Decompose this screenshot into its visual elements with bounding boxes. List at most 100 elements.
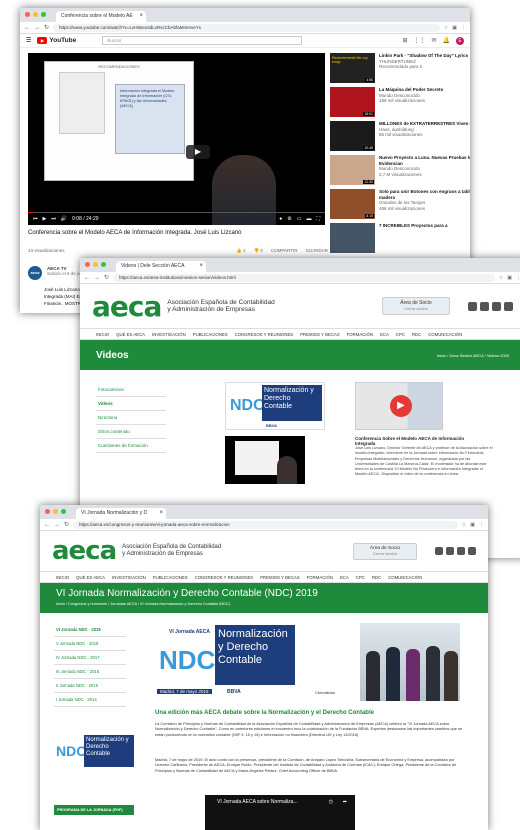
menu-item[interactable]: QUÉ ES AECA: [76, 572, 105, 582]
close-tab-icon[interactable]: ×: [159, 508, 163, 519]
menu-item[interactable]: INICIO: [56, 572, 69, 582]
section-nav-item[interactable]: IV Jornada NDC · 2017: [54, 651, 126, 665]
program-pdf-button[interactable]: PROGRAMA DE LA JORNADA (PDF): [54, 805, 134, 815]
play-button[interactable]: ▶: [186, 145, 210, 159]
menu-item[interactable]: PREMIOS Y BECAS: [300, 329, 339, 339]
search-input[interactable]: Buscar: [102, 36, 303, 45]
youtube-logo[interactable]: ▶ YouTube: [37, 37, 76, 44]
share-icon[interactable]: ➦: [343, 799, 347, 805]
related-video-item[interactable]: Recientemente Me voy enojo 4:55 Linkin P…: [330, 53, 470, 86]
extension-icon[interactable]: ▣: [507, 275, 512, 281]
facebook-icon[interactable]: [457, 547, 465, 555]
browser-tab[interactable]: Conferencia sobre el Modelo AE ×: [56, 11, 146, 22]
facebook-icon[interactable]: [492, 301, 501, 311]
menu-item[interactable]: CONGRESOS Y REUNIONES: [195, 572, 254, 582]
menu-item[interactable]: COMUNICACIÓN: [388, 572, 422, 582]
play-icon[interactable]: ▶: [43, 216, 47, 222]
section-nav-item[interactable]: Cuestiones de formación: [96, 439, 166, 453]
twitter-icon[interactable]: [446, 547, 454, 555]
hamburger-icon[interactable]: ☰: [26, 37, 31, 44]
menu-icon[interactable]: ⋮: [461, 25, 466, 31]
video-thumbnail[interactable]: Recientemente Me voy enojo 4:55: [330, 53, 375, 83]
apps-icon[interactable]: ⋮⋮: [413, 37, 425, 44]
dislike-button[interactable]: 👎 0: [254, 248, 263, 254]
menu-item[interactable]: RDC: [412, 329, 421, 339]
video-thumbnail[interactable]: 8:15: [330, 189, 375, 219]
menu-item[interactable]: ECA: [340, 572, 349, 582]
clock-icon[interactable]: ◷: [329, 799, 333, 805]
back-icon[interactable]: ←: [44, 522, 50, 528]
menu-item[interactable]: INVESTIGACIÓN: [112, 572, 146, 582]
channel-logo[interactable]: aeca: [28, 266, 42, 280]
menu-icon[interactable]: ⋮: [479, 522, 484, 528]
related-video-title[interactable]: La Máquina del Poder Secreto: [379, 87, 443, 93]
fullscreen-icon[interactable]: ⛶: [316, 216, 320, 222]
minimize-window-icon[interactable]: [33, 12, 38, 17]
menu-item[interactable]: FORMACIÓN: [347, 329, 373, 339]
section-nav-item[interactable]: III Jornada NDC · 2016: [54, 665, 126, 679]
ndc-thumbnail[interactable]: NDC Normalización y Derecho Contable BBV…: [225, 382, 325, 430]
back-icon[interactable]: ←: [84, 275, 90, 281]
forward-icon[interactable]: →: [94, 275, 100, 281]
url-field[interactable]: https://www.youtube.com/watch?v=LxH8seo3…: [53, 23, 440, 32]
minimize-window-icon[interactable]: [53, 509, 58, 514]
url-field[interactable]: https://aeca.es/area-institutional-sesio…: [113, 273, 495, 282]
next-icon[interactable]: ⏭: [51, 216, 56, 222]
close-tab-icon[interactable]: ×: [199, 261, 203, 272]
youtube-icon[interactable]: [504, 301, 513, 311]
menu-item[interactable]: CPC: [356, 572, 365, 582]
section-nav-item[interactable]: II Jornada NDC · 2015: [54, 679, 126, 693]
video-thumbnail[interactable]: 18:01: [330, 87, 375, 117]
menu-item[interactable]: ECA: [380, 329, 389, 339]
back-icon[interactable]: ←: [24, 25, 30, 31]
avatar[interactable]: E: [456, 36, 464, 45]
miniplayer-icon[interactable]: ▭: [297, 216, 302, 222]
related-video-title[interactable]: Nuevo Proyecto a Luna. Nuevas Pruebas lo…: [379, 155, 470, 166]
linkedin-icon[interactable]: [435, 547, 443, 555]
close-window-icon[interactable]: [45, 509, 50, 514]
menu-item[interactable]: QUÉ ES AECA: [116, 329, 145, 339]
create-video-icon[interactable]: ⊞: [402, 37, 407, 44]
related-video-item[interactable]: 18:01 La Máquina del Poder Secreto Mundo…: [330, 87, 470, 120]
related-video-title[interactable]: MILLONES de EXTRATERRESTRES Viven en l..…: [379, 121, 470, 127]
youtube-icon[interactable]: [468, 547, 476, 555]
save-button[interactable]: GUARDAR: [305, 248, 328, 254]
like-button[interactable]: 👍 1: [236, 248, 245, 254]
related-video-item[interactable]: 12:30 Nuevo Proyecto a Luna. Nuevas Prue…: [330, 155, 470, 188]
yt-video-thumbnail[interactable]: ▶: [355, 382, 443, 430]
star-icon[interactable]: ☆: [444, 25, 448, 31]
volume-icon[interactable]: 🔊: [61, 216, 67, 222]
twitter-icon[interactable]: [480, 301, 489, 311]
maximize-window-icon[interactable]: [101, 262, 106, 267]
section-nav-item[interactable]: Fotocaminos: [96, 383, 166, 397]
forward-icon[interactable]: →: [34, 25, 40, 31]
section-nav-item[interactable]: Directorio: [96, 411, 166, 425]
settings-icon[interactable]: ⚙: [287, 216, 291, 222]
star-icon[interactable]: ☆: [462, 522, 466, 528]
reload-icon[interactable]: ↻: [104, 274, 109, 281]
menu-item[interactable]: PUBLICACIONES: [153, 572, 188, 582]
section-nav-item[interactable]: Otros contenido: [96, 425, 166, 439]
reload-icon[interactable]: ↻: [44, 24, 49, 31]
section-nav-item[interactable]: V Jornada NDC · 2018: [54, 637, 126, 651]
section-nav-item[interactable]: VI Jornada NDC · 2019: [54, 623, 126, 637]
video-thumbnail[interactable]: 10:45: [330, 121, 375, 151]
menu-item[interactable]: INVESTIGACIÓN: [152, 329, 186, 339]
menu-item[interactable]: COMUNICACIÓN: [428, 329, 462, 339]
browser-tab[interactable]: VI Jornada Normalización y D ×: [76, 508, 166, 519]
video-player[interactable]: RECOMENDACIONES Información Integrada el…: [28, 53, 325, 225]
browser-tab[interactable]: Videos | Dele Sección AECA ×: [116, 261, 206, 272]
extension-icon[interactable]: ▣: [452, 25, 457, 31]
maximize-window-icon[interactable]: [61, 509, 66, 514]
section-nav-item[interactable]: I Jornada NDC · 2014: [54, 693, 126, 707]
minimize-window-icon[interactable]: [93, 262, 98, 267]
reload-icon[interactable]: ↻: [64, 521, 69, 528]
related-video-title[interactable]: Linkin Park - "Shadow Of The Day" Lyrics: [379, 53, 468, 59]
aeca-logo[interactable]: aeca: [92, 290, 162, 323]
share-button[interactable]: COMPARTIR: [271, 248, 298, 254]
forward-icon[interactable]: →: [54, 522, 60, 528]
related-video-title[interactable]: Solo para unir Botones con engruos a tab…: [379, 189, 470, 200]
member-area-button[interactable]: Área de Socio Cerrar sesión: [353, 542, 417, 560]
autoplay-icon[interactable]: ●: [279, 216, 282, 222]
close-tab-icon[interactable]: ×: [139, 11, 143, 22]
